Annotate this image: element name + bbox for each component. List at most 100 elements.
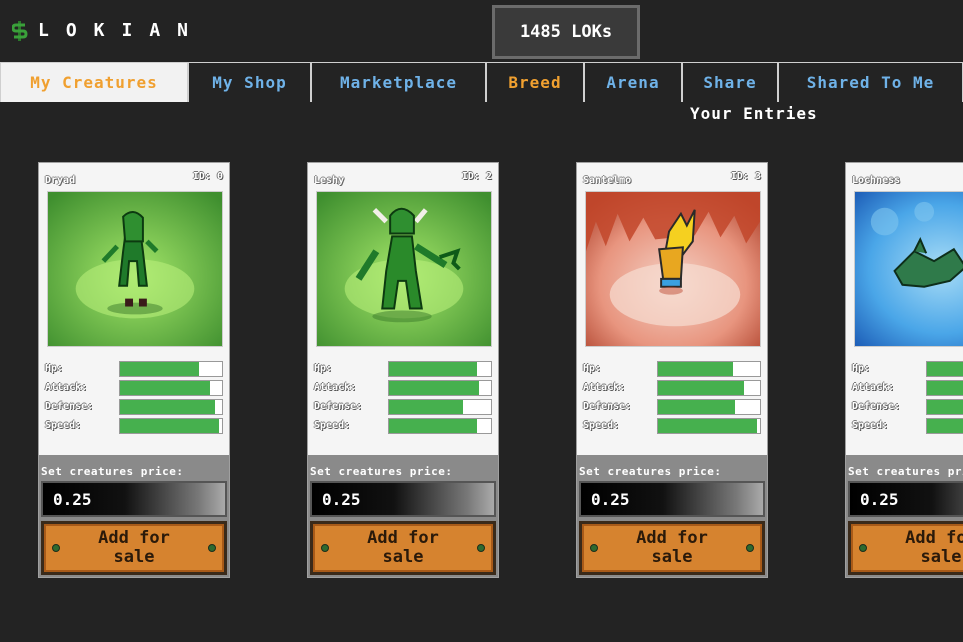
creature-image[interactable] — [854, 191, 963, 347]
defense-bar — [388, 399, 492, 415]
price-label: Set creatures price: — [41, 465, 184, 478]
hp-bar-fill — [120, 362, 199, 376]
stat-label-defense: Defense: — [583, 401, 632, 412]
tab-my-creatures[interactable]: My Creatures — [0, 62, 188, 102]
creature-id: ID: 3 — [730, 171, 761, 182]
defense-bar — [119, 399, 223, 415]
sale-panel: Set creatures price: Add for sale — [39, 455, 229, 577]
card-display: Lochness Hp: Attack: Defense: Speed: — [846, 163, 963, 455]
attack-bar-fill — [389, 381, 479, 395]
defense-bar — [926, 399, 963, 415]
rivet-icon — [477, 544, 485, 552]
rivet-icon — [321, 544, 329, 552]
defense-bar-fill — [120, 400, 215, 414]
tab-breed[interactable]: Breed — [486, 62, 584, 102]
speed-bar-fill — [120, 419, 219, 433]
rivet-icon — [52, 544, 60, 552]
stat-label-hp: Hp: — [314, 363, 333, 374]
speed-bar — [926, 418, 963, 434]
hp-bar-fill — [658, 362, 734, 376]
hp-bar — [119, 361, 223, 377]
stat-label-hp: Hp: — [583, 363, 602, 374]
defense-bar-fill — [389, 400, 464, 414]
price-input[interactable] — [310, 481, 496, 517]
rivet-icon — [859, 544, 867, 552]
price-input[interactable] — [579, 481, 765, 517]
stat-label-hp: Hp: — [852, 363, 871, 374]
app-logo[interactable]: LOKIAN — [11, 20, 206, 41]
creature-image[interactable] — [316, 191, 492, 347]
speed-bar — [388, 418, 492, 434]
price-label: Set creatures price: — [310, 465, 453, 478]
hp-bar-fill — [389, 362, 477, 376]
creature-name: Santelmo — [583, 175, 632, 186]
hp-bar — [388, 361, 492, 377]
creature-card: Dryad ID: 0 Hp: Attack: Defense: Speed: … — [38, 162, 230, 578]
add-for-sale-button[interactable]: Add for sale — [41, 521, 227, 575]
tab-arena[interactable]: Arena — [584, 62, 682, 102]
hp-bar — [926, 361, 963, 377]
stat-speed: Speed: — [852, 418, 963, 434]
defense-bar-fill — [658, 400, 735, 414]
card-display: Santelmo ID: 3 Hp: Attack: Defense: Spee… — [577, 163, 767, 455]
add-for-sale-label: Add for sale — [367, 528, 439, 567]
attack-bar-fill — [120, 381, 210, 395]
stat-label-hp: Hp: — [45, 363, 64, 374]
add-for-sale-button[interactable]: Add for sale — [579, 521, 765, 575]
stat-hp: Hp: — [852, 361, 963, 377]
speed-bar — [119, 418, 223, 434]
stat-attack: Attack: — [583, 380, 761, 396]
stat-label-attack: Attack: — [314, 382, 357, 393]
rivet-icon — [590, 544, 598, 552]
creature-card: Santelmo ID: 3 Hp: Attack: Defense: Spee… — [576, 162, 768, 578]
attack-bar — [926, 380, 963, 396]
creature-name: Leshy — [314, 175, 345, 186]
creature-card: Lochness Hp: Attack: Defense: Speed: Set… — [845, 162, 963, 578]
stat-label-defense: Defense: — [314, 401, 363, 412]
defense-bar-fill — [927, 400, 963, 414]
tab-shared-to-me[interactable]: Shared To Me — [778, 62, 963, 102]
attack-bar-fill — [658, 381, 744, 395]
creature-id: ID: 0 — [192, 171, 223, 182]
tab-marketplace[interactable]: Marketplace — [311, 62, 486, 102]
creature-image[interactable] — [585, 191, 761, 347]
balance-display: 1485 LOKs — [492, 5, 640, 59]
sale-panel: Set creatures price: Add for sale — [577, 455, 767, 577]
stat-label-speed: Speed: — [583, 420, 620, 431]
stat-defense: Defense: — [583, 399, 761, 415]
stat-defense: Defense: — [852, 399, 963, 415]
add-for-sale-button[interactable]: Add for sale — [848, 521, 963, 575]
logo-text: LOKIAN — [38, 20, 206, 41]
tab-my-shop[interactable]: My Shop — [188, 62, 311, 102]
stat-defense: Defense: — [314, 399, 492, 415]
stat-attack: Attack: — [852, 380, 963, 396]
creature-card: Leshy ID: 2 Hp: Attack: Defense: Speed: … — [307, 162, 499, 578]
card-display: Leshy ID: 2 Hp: Attack: Defense: Speed: — [308, 163, 498, 455]
stat-speed: Speed: — [583, 418, 761, 434]
tab-share[interactable]: Share — [682, 62, 778, 102]
add-for-sale-label: Add for sale — [98, 528, 170, 567]
stat-attack: Attack: — [45, 380, 223, 396]
stat-label-defense: Defense: — [852, 401, 901, 412]
price-input[interactable] — [41, 481, 227, 517]
attack-bar-fill — [927, 381, 963, 395]
rivet-icon — [746, 544, 754, 552]
price-input[interactable] — [848, 481, 963, 517]
speed-bar-fill — [389, 419, 477, 433]
stat-label-attack: Attack: — [45, 382, 88, 393]
stat-speed: Speed: — [314, 418, 492, 434]
main-tabs: My Creatures My Shop Marketplace Breed A… — [0, 62, 963, 102]
speed-bar-fill — [658, 419, 757, 433]
creature-id: ID: 2 — [461, 171, 492, 182]
stat-label-attack: Attack: — [852, 382, 895, 393]
speed-bar-fill — [927, 419, 963, 433]
hp-bar — [657, 361, 761, 377]
add-for-sale-label: Add for sale — [636, 528, 708, 567]
add-for-sale-button[interactable]: Add for sale — [310, 521, 496, 575]
stat-label-speed: Speed: — [314, 420, 351, 431]
stat-label-attack: Attack: — [583, 382, 626, 393]
hp-bar-fill — [927, 362, 963, 376]
price-label: Set creatures price: — [848, 465, 963, 478]
stat-label-speed: Speed: — [852, 420, 889, 431]
creature-image[interactable] — [47, 191, 223, 347]
